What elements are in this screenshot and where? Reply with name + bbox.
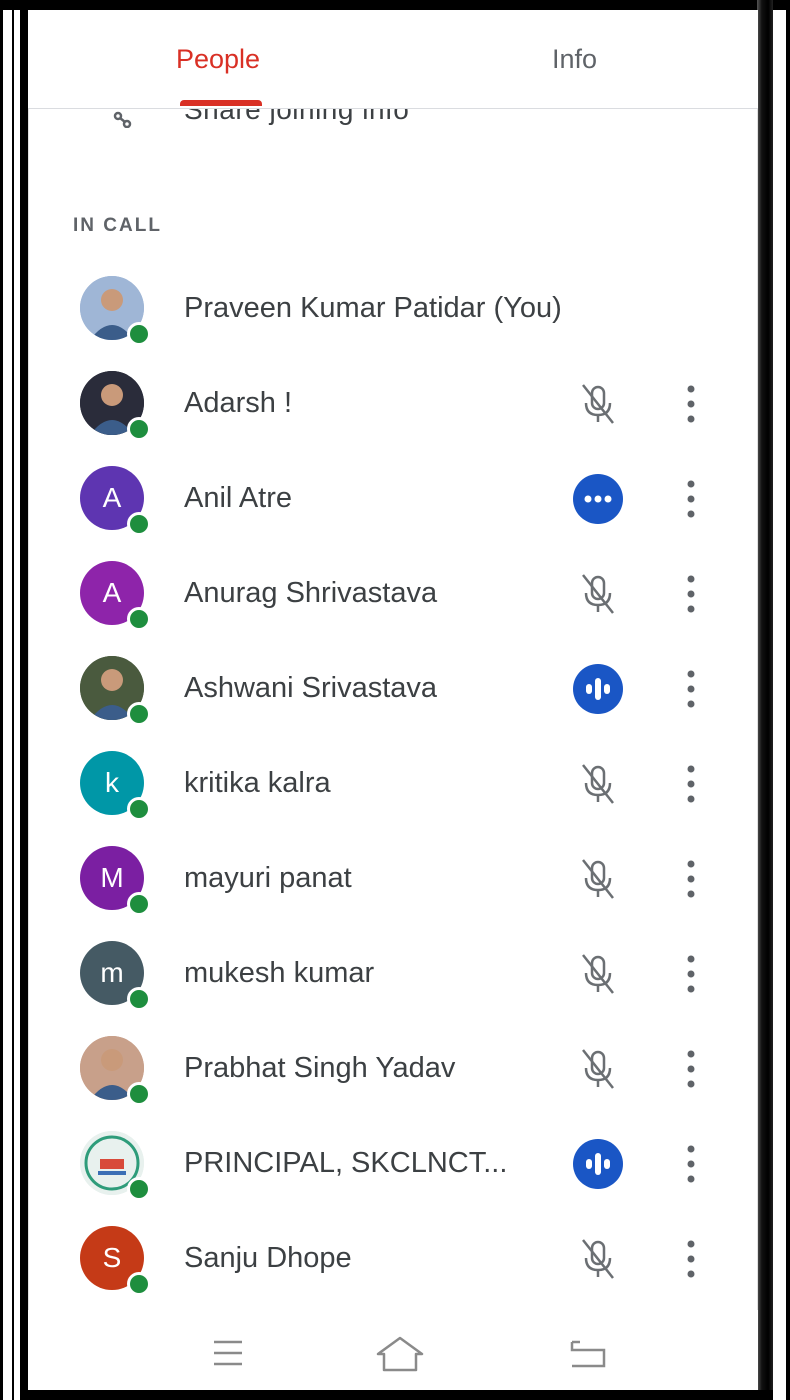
- participant-name: kritika kalra: [184, 767, 331, 799]
- online-status-dot: [127, 1082, 151, 1106]
- speaking-indicator-icon: [573, 664, 623, 714]
- more-options-icon[interactable]: [676, 759, 706, 809]
- more-options-icon[interactable]: [676, 379, 706, 429]
- connecting-dots-icon: [573, 474, 623, 524]
- mic-off-icon: [582, 1239, 614, 1279]
- online-status-dot: [127, 607, 151, 631]
- menu-icon[interactable]: [198, 1334, 258, 1374]
- more-options-icon[interactable]: [676, 664, 706, 714]
- link-icon: [113, 111, 132, 128]
- online-status-dot: [127, 417, 151, 441]
- active-tab-indicator: [180, 100, 262, 106]
- mic-off-icon: [582, 954, 614, 994]
- mic-off-icon: [582, 859, 614, 899]
- android-nav-bar: [28, 1310, 758, 1390]
- more-options-icon[interactable]: [676, 1234, 706, 1284]
- participant-row[interactable]: S Sanju Dhope: [28, 1212, 758, 1307]
- participant-name: Praveen Kumar Patidar (You): [184, 292, 562, 324]
- participant-name: Sanju Dhope: [184, 1242, 352, 1274]
- in-call-section-label: IN CALL: [73, 215, 162, 236]
- participant-name: mukesh kumar: [184, 957, 375, 989]
- screen-frame-inner: [12, 0, 14, 1400]
- participant-row[interactable]: k kritika kalra: [28, 737, 758, 832]
- participant-name: Ashwani Srivastava: [184, 672, 438, 704]
- online-status-dot: [127, 797, 151, 821]
- phone-screen: People Info Share joining info IN CALL P…: [28, 10, 758, 1390]
- more-options-icon[interactable]: [676, 1044, 706, 1094]
- participant-row[interactable]: Praveen Kumar Patidar (You): [28, 262, 758, 357]
- mic-off-icon: [582, 574, 614, 614]
- participant-name: Prabhat Singh Yadav: [184, 1052, 456, 1084]
- mic-off-icon: [582, 1049, 614, 1089]
- more-options-icon[interactable]: [676, 949, 706, 999]
- participant-row[interactable]: A Anil Atre: [28, 452, 758, 547]
- participant-row[interactable]: A Anurag Shrivastava: [28, 547, 758, 642]
- mic-off-icon: [582, 384, 614, 424]
- phone-bezel-right: [757, 0, 773, 1400]
- participant-row[interactable]: Adarsh !: [28, 357, 758, 452]
- participant-name: PRINCIPAL, SKCLNCT...: [184, 1147, 508, 1179]
- participant-row[interactable]: m mukesh kumar: [28, 927, 758, 1022]
- online-status-dot: [127, 892, 151, 916]
- home-icon[interactable]: [370, 1334, 430, 1374]
- participant-row[interactable]: PRINCIPAL, SKCLNCT...: [28, 1117, 758, 1212]
- tab-people[interactable]: People: [176, 44, 260, 75]
- tab-bar: People Info: [28, 10, 758, 109]
- back-icon[interactable]: [558, 1334, 618, 1374]
- screen-frame-right: [786, 0, 790, 1400]
- more-options-icon[interactable]: [676, 569, 706, 619]
- online-status-dot: [127, 322, 151, 346]
- participant-name: Anurag Shrivastava: [184, 577, 438, 609]
- participant-name: Anil Atre: [184, 482, 292, 514]
- participant-name: mayuri panat: [184, 862, 352, 894]
- speaking-indicator-icon: [573, 1139, 623, 1189]
- more-options-icon[interactable]: [676, 1139, 706, 1189]
- phone-bezel-bottom: [20, 1390, 773, 1400]
- online-status-dot: [127, 1272, 151, 1296]
- online-status-dot: [127, 987, 151, 1011]
- online-status-dot: [127, 702, 151, 726]
- screen-frame-left: [0, 0, 3, 1400]
- tab-info[interactable]: Info: [552, 44, 597, 75]
- more-options-icon[interactable]: [676, 474, 706, 524]
- participant-row[interactable]: Ashwani Srivastava: [28, 642, 758, 737]
- participant-name: Adarsh !: [184, 387, 292, 419]
- mic-off-icon: [582, 764, 614, 804]
- more-options-icon[interactable]: [676, 854, 706, 904]
- online-status-dot: [127, 1177, 151, 1201]
- online-status-dot: [127, 512, 151, 536]
- participant-row[interactable]: Prabhat Singh Yadav: [28, 1022, 758, 1117]
- screen-frame-top: [0, 0, 790, 10]
- participant-row[interactable]: Mmayuri panat: [28, 832, 758, 927]
